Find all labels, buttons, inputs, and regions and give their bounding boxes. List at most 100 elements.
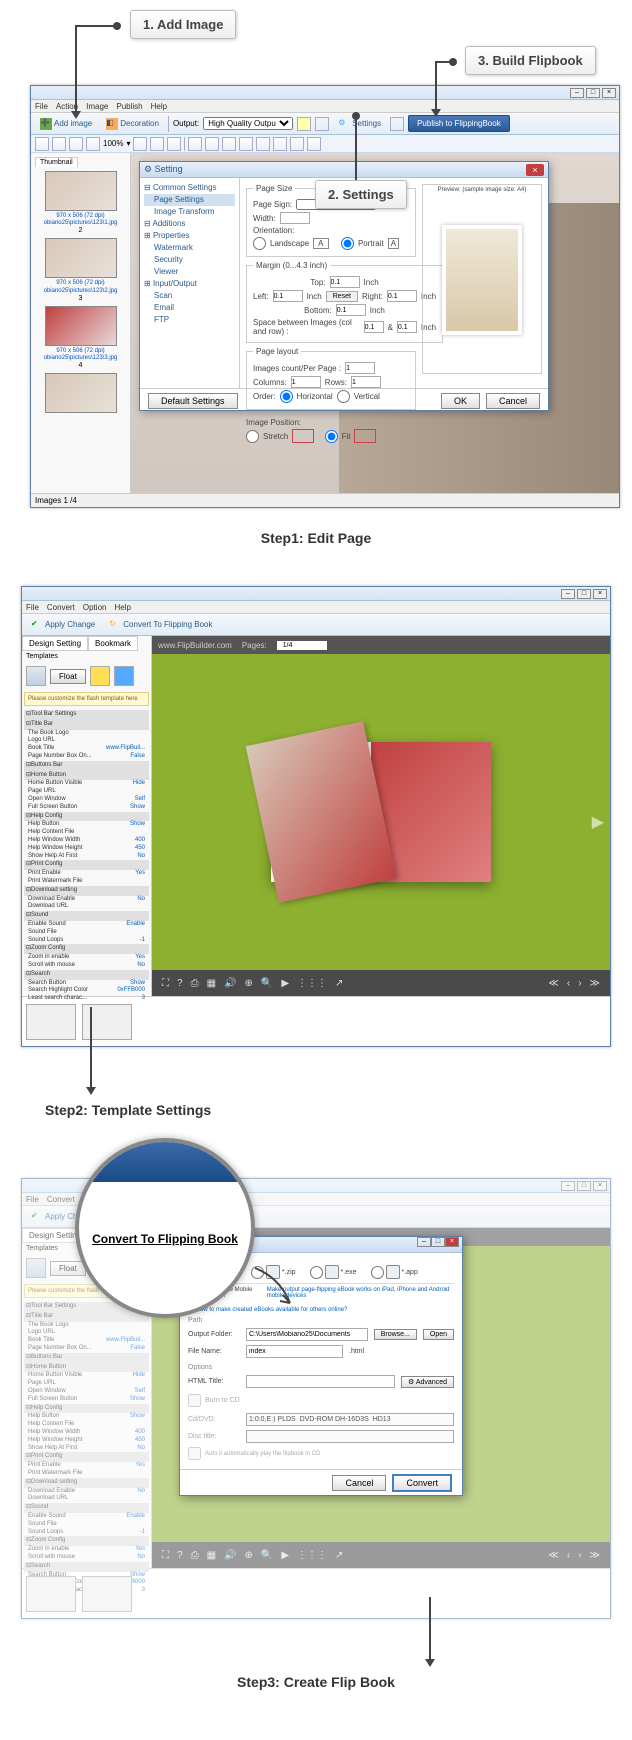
prop-row[interactable]: Download URL [24,903,149,911]
prop-value[interactable]: 450 [135,1437,145,1445]
html-title-input[interactable] [246,1375,395,1388]
tool-icon[interactable] [315,117,329,131]
zoom-value[interactable]: 100% [103,139,123,148]
thumbnails-icon[interactable]: ▦ [207,978,216,989]
apply-change-button[interactable]: ✔Apply Change [26,616,100,634]
tool-icon[interactable] [69,137,83,151]
prop-row[interactable]: Search ButtonShow [24,980,149,988]
prop-value[interactable]: Yes [135,954,145,962]
prop-row[interactable]: Scroll with mouseNo [24,1554,149,1562]
prop-value[interactable]: Show [130,1396,145,1404]
maximize-button[interactable]: □ [577,1181,591,1191]
prop-row[interactable]: Download EnableNo [24,896,149,904]
type-exe[interactable]: *.exe [310,1265,357,1279]
prop-value[interactable]: False [130,1345,145,1353]
search-icon[interactable]: 🔍 [261,978,273,989]
prop-header[interactable]: ⊟Search [24,1562,149,1572]
tab-bookmark[interactable]: Bookmark [88,636,138,651]
space-col-input[interactable] [364,321,384,333]
tab-design[interactable]: Design Setting [22,636,88,651]
perpage-input[interactable] [345,362,375,374]
prop-header[interactable]: ⊟Home Button [24,1363,149,1373]
template-icon[interactable] [26,1258,46,1278]
close-button[interactable]: × [593,589,607,599]
margin-top-input[interactable] [330,276,360,288]
fit-radio[interactable] [325,430,338,443]
menu-help[interactable]: Help [151,102,167,111]
output-select[interactable]: High Quality Output [203,117,293,130]
tree-node[interactable]: Scan [144,290,235,302]
menu-file[interactable]: File [26,603,39,612]
prop-value[interactable]: False [130,753,145,761]
prop-row[interactable]: Open WindowSelf [24,796,149,804]
next-page-icon[interactable]: › [578,978,581,989]
thumbnail-item[interactable]: 970 x 506 (72 dpi)obiano25\pictures\123\… [35,238,126,301]
prop-header[interactable]: ⊟Download setting [24,886,149,896]
prop-header[interactable]: ⊟Search [24,970,149,980]
cols-input[interactable] [291,376,321,388]
tool-icon[interactable] [307,137,321,151]
properties-grid[interactable]: ⊟Tool Bar Settings⊟Title BarThe Book Log… [22,1300,151,1597]
prop-value[interactable]: www.FlipBuil... [106,745,145,753]
prop-value[interactable]: Show [130,1572,145,1580]
horizontal-radio[interactable] [280,390,293,403]
help-icon[interactable]: ? [177,1550,183,1561]
tool-icon[interactable] [86,137,100,151]
close-button[interactable]: × [602,88,616,98]
next-page-icon[interactable]: › [578,1550,581,1561]
prop-row[interactable]: Enable SoundEnable [24,1513,149,1521]
prop-row[interactable]: Full Screen ButtonShow [24,1396,149,1404]
portrait-radio[interactable] [341,237,354,250]
decoration-button[interactable]: ◧Decoration [101,115,164,133]
menu-image[interactable]: Image [86,102,108,111]
prop-header[interactable]: ⊟Sound [24,911,149,921]
grid-icon[interactable]: ⋮⋮⋮ [297,978,327,989]
publish-button[interactable]: Publish to FlippingBook [408,115,510,132]
prop-row[interactable]: Help Content File [24,1421,149,1429]
prop-row[interactable]: Home Button VisibleHide [24,780,149,788]
tree-node-selected[interactable]: Page Settings [144,194,235,206]
prev-page-icon[interactable]: ‹ [567,978,570,989]
print-icon[interactable]: ⎙ [191,978,199,989]
thumbnail-tab[interactable]: Thumbnail [35,157,78,167]
tree-node[interactable]: Email [144,302,235,314]
prop-row[interactable]: Page URL [24,1380,149,1388]
prop-row[interactable]: Help Window Height450 [24,1437,149,1445]
prop-value[interactable]: Self [135,796,145,804]
prop-row[interactable]: Page Number Box On...False [24,753,149,761]
tree-node[interactable]: Security [144,254,235,266]
filename-input[interactable] [246,1345,343,1358]
default-settings-button[interactable]: Default Settings [148,393,238,409]
tool-icon[interactable] [133,137,147,151]
prop-row[interactable]: Sound File [24,929,149,937]
auto-icon[interactable]: ▶ [281,978,289,989]
menu-option[interactable]: Option [83,603,107,612]
prop-value[interactable]: Show [130,1413,145,1421]
prop-row[interactable]: Enable SoundEnable [24,921,149,929]
prop-row[interactable]: Open WindowSelf [24,1388,149,1396]
prop-row[interactable]: The Book Logo [24,1322,149,1330]
prop-value[interactable]: No [137,853,145,861]
width-input[interactable] [280,212,310,224]
thumbnail-item[interactable]: 970 x 506 (72 dpi)obiano25\pictures\123\… [35,306,126,369]
prop-row[interactable]: Full Screen ButtonShow [24,804,149,812]
convert-confirm-button[interactable]: Convert [392,1474,452,1492]
sound-icon[interactable]: 🔊 [224,978,236,989]
type-app[interactable]: *.app [371,1265,418,1279]
advanced-button[interactable]: ⚙ Advanced [401,1376,454,1388]
prop-value[interactable]: Hide [133,780,145,788]
prop-value[interactable]: Yes [135,1546,145,1554]
cancel-button[interactable]: Cancel [332,1475,386,1491]
prop-row[interactable]: Help Window Width400 [24,837,149,845]
tool-icon[interactable] [188,137,202,151]
add-image-button[interactable]: ➕Add image [35,115,97,133]
grid-icon[interactable]: ⋮⋮⋮ [297,1550,327,1561]
prop-row[interactable]: Help Window Height450 [24,845,149,853]
prop-row[interactable]: Help ButtonShow [24,1413,149,1421]
template-icon[interactable] [26,666,46,686]
tree-node[interactable]: ⊞ Input/Output [144,278,235,290]
tree-node[interactable]: Viewer [144,266,235,278]
prop-row[interactable]: Print EnableYes [24,870,149,878]
prop-row[interactable]: Book Titlewww.FlipBuil... [24,1337,149,1345]
prop-value[interactable]: No [137,896,145,904]
